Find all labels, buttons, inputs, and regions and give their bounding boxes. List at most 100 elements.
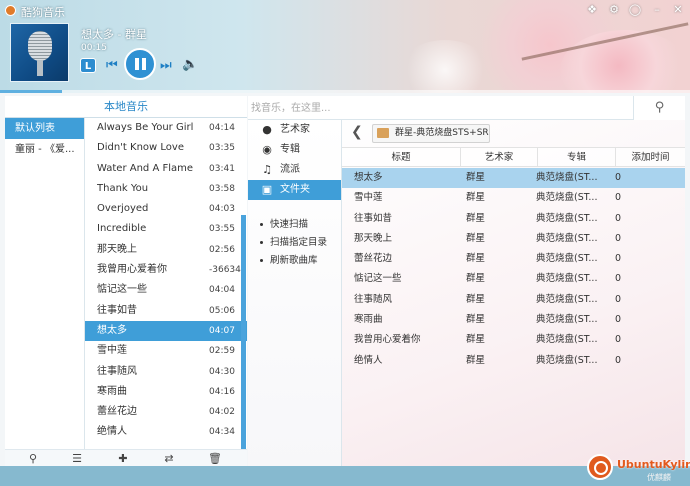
- cell-title: 想太多: [354, 172, 383, 183]
- song-list-item[interactable]: 绝情人 04:34: [85, 422, 247, 442]
- song-list-item[interactable]: 那天晚上 02:56: [85, 240, 247, 260]
- song-name: 我曾用心爱着你: [97, 264, 167, 276]
- playlist-item[interactable]: 默认列表: [5, 118, 84, 139]
- category-album[interactable]: ◉ 专辑: [248, 140, 341, 160]
- skin-icon[interactable]: ❖: [585, 3, 599, 17]
- cell-artist: 群星: [466, 212, 486, 224]
- local-music-header[interactable]: 本地音乐: [5, 96, 247, 118]
- cell-added: 0: [615, 232, 622, 244]
- playlist-list: 默认列表 童丽 - 《爱...: [5, 118, 85, 466]
- monitor-icon: ▣: [261, 183, 273, 196]
- category-artist[interactable]: ● 艺术家: [248, 120, 341, 140]
- song-duration: 03:35: [209, 143, 235, 154]
- cell-added: 0: [615, 273, 622, 285]
- song-list-item[interactable]: 想太多 04:07: [85, 320, 247, 342]
- song-name: 那天晚上: [97, 243, 137, 255]
- delete-icon[interactable]: 🗑: [207, 451, 223, 467]
- sort-icon[interactable]: ⇄: [161, 451, 177, 467]
- song-list-item[interactable]: 雪中莲 02:59: [85, 341, 247, 361]
- quick-scan-link[interactable]: 快速扫描: [248, 216, 341, 234]
- playback-progress-bar[interactable]: [0, 90, 690, 93]
- list-icon[interactable]: ☰: [69, 451, 85, 467]
- song-name: 惦记这一些: [97, 284, 147, 296]
- folder-song-view: ❮ 群星-典范烧盘STS+SRS 标题 艺术家 专辑 添加时间 想太多 群星 典范烧…: [342, 120, 685, 466]
- cell-title: 我曾用心爱着你: [354, 334, 421, 346]
- song-list-item[interactable]: Always Be Your Girl 04:14: [85, 118, 247, 138]
- previous-track-icon[interactable]: ⏮: [106, 57, 119, 74]
- table-row[interactable]: 往事随风 群星 典范烧盘(ST... 0: [342, 290, 685, 310]
- song-list-item[interactable]: Water And A Flame 03:41: [85, 159, 247, 179]
- add-icon[interactable]: ✚: [115, 451, 131, 467]
- song-duration: 04:02: [209, 407, 235, 418]
- player-header: 酷狗音乐 ❖ ⚙ ◯ – ✕ 想太多 - 群星 00:15 L ⏮ ⏭ 🔈: [0, 0, 690, 93]
- music-player-window: 酷狗音乐 ❖ ⚙ ◯ – ✕ 想太多 - 群星 00:15 L ⏮ ⏭ 🔈 本地…: [0, 0, 690, 486]
- column-title[interactable]: 标题: [342, 148, 460, 167]
- app-logo-icon: [5, 5, 16, 16]
- cell-added: 0: [615, 334, 622, 346]
- volume-icon[interactable]: 🔈: [182, 57, 198, 73]
- microphone-icon: [28, 31, 52, 61]
- table-row[interactable]: 那天晚上 群星 典范烧盘(ST... 0: [342, 229, 685, 249]
- column-album[interactable]: 专辑: [537, 148, 615, 167]
- table-row[interactable]: 想太多 群星 典范烧盘(ST... 0: [342, 168, 685, 189]
- next-track-icon[interactable]: ⏭: [160, 57, 173, 74]
- library-categories: ● 艺术家 ◉ 专辑 ♫ 流派 ▣ 文件夹 快速扫描 扫描指定目录 刷新歌曲库: [248, 120, 342, 466]
- category-genre[interactable]: ♫ 流派: [248, 160, 341, 180]
- song-list-item[interactable]: Didn't Know Love 03:35: [85, 138, 247, 158]
- table-header: 标题 艺术家 专辑 添加时间: [342, 147, 685, 167]
- song-list-item[interactable]: 蕾丝花边 04:02: [85, 402, 247, 422]
- song-list-item[interactable]: 往事如昔 05:06: [85, 301, 247, 321]
- watermark-brand: UbuntuKylin: [617, 458, 690, 471]
- play-mode-button[interactable]: L: [80, 58, 96, 73]
- table-row[interactable]: 寒雨曲 群星 典范烧盘(ST... 0: [342, 310, 685, 330]
- song-list-item[interactable]: 往事随风 04:30: [85, 362, 247, 382]
- cell-artist: 群星: [466, 192, 486, 204]
- album-cover[interactable]: [10, 23, 69, 82]
- scan-folder-link[interactable]: 扫描指定目录: [248, 234, 341, 252]
- cell-artist: 群星: [466, 172, 486, 183]
- song-duration: 04:34: [209, 427, 235, 438]
- song-duration: 04:16: [209, 386, 235, 397]
- search-icon[interactable]: ⚲: [25, 451, 41, 467]
- settings-icon[interactable]: ⚙: [607, 3, 621, 17]
- minimize-icon[interactable]: –: [650, 3, 664, 17]
- song-list-item[interactable]: 我曾用心爱着你 -36634:.: [85, 260, 247, 280]
- cell-artist: 群星: [466, 354, 486, 366]
- table-row[interactable]: 雪中莲 群星 典范烧盘(ST... 0: [342, 188, 685, 208]
- song-list-scrollbar[interactable]: [241, 215, 246, 465]
- table-row[interactable]: 惦记这一些 群星 典范烧盘(ST... 0: [342, 269, 685, 289]
- column-added-time[interactable]: 添加时间: [615, 148, 685, 167]
- column-artist[interactable]: 艺术家: [460, 148, 537, 167]
- close-icon[interactable]: ✕: [671, 3, 685, 17]
- search-button[interactable]: ⚲: [633, 96, 685, 120]
- playlist-item[interactable]: 童丽 - 《爱...: [5, 139, 84, 160]
- song-list-item[interactable]: Incredible 03:55: [85, 219, 247, 239]
- pause-button[interactable]: [124, 48, 156, 80]
- song-list-item[interactable]: 寒雨曲 04:16: [85, 382, 247, 402]
- song-list-item[interactable]: 惦记这一些 04:04: [85, 280, 247, 300]
- cell-added: 0: [615, 172, 622, 183]
- search-input[interactable]: [251, 99, 611, 117]
- folder-breadcrumb[interactable]: 群星-典范烧盘STS+SRS: [372, 124, 490, 143]
- back-arrow-icon[interactable]: ❮: [351, 124, 363, 140]
- table-row[interactable]: 往事如昔 群星 典范烧盘(ST... 0: [342, 209, 685, 229]
- song-duration: 04:04: [209, 285, 235, 296]
- category-folder[interactable]: ▣ 文件夹: [248, 180, 341, 200]
- refresh-library-link[interactable]: 刷新歌曲库: [248, 252, 341, 270]
- song-list-item[interactable]: Overjoyed 04:03: [85, 199, 247, 219]
- cell-album: 典范烧盘(ST...: [536, 273, 598, 285]
- cell-album: 典范烧盘(ST...: [536, 232, 598, 244]
- music-note-icon: ♫: [262, 163, 272, 176]
- table-row[interactable]: 绝情人 群星 典范烧盘(ST... 0: [342, 351, 685, 371]
- cell-title: 雪中莲: [354, 192, 383, 204]
- disc-icon: ◉: [262, 143, 272, 156]
- table-row[interactable]: 我曾用心爱着你 群星 典范烧盘(ST... 0: [342, 330, 685, 350]
- playlist-toolbar: ⚲ ☰ ✚ ⇄ 🗑: [5, 449, 247, 467]
- cell-album: 典范烧盘(ST...: [536, 293, 598, 305]
- mini-mode-icon[interactable]: ◯: [628, 3, 642, 17]
- song-list-item[interactable]: Thank You 03:58: [85, 179, 247, 199]
- cell-artist: 群星: [466, 293, 486, 305]
- table-row[interactable]: 蕾丝花边 群星 典范烧盘(ST... 0: [342, 249, 685, 269]
- ubuntukylin-logo-icon: [587, 454, 613, 480]
- watermark-sub: 优麒麟: [647, 473, 671, 482]
